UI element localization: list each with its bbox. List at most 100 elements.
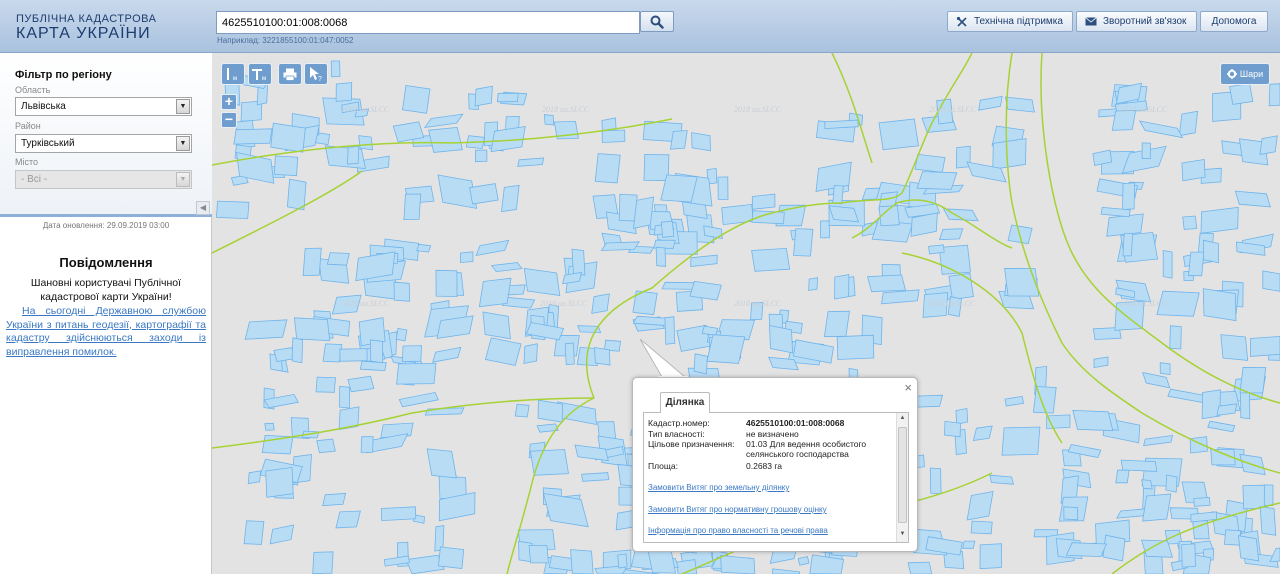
land-parcel[interactable] — [591, 293, 610, 314]
land-parcel[interactable] — [1181, 543, 1196, 568]
land-parcel[interactable] — [660, 220, 675, 238]
land-parcel[interactable] — [1182, 215, 1198, 230]
land-parcel[interactable] — [929, 467, 942, 495]
land-parcel[interactable] — [1181, 159, 1206, 182]
land-parcel[interactable] — [528, 545, 549, 564]
land-parcel[interactable] — [1269, 547, 1280, 563]
land-parcel[interactable] — [797, 556, 810, 566]
land-parcel[interactable] — [501, 184, 520, 213]
land-parcel[interactable] — [233, 128, 273, 145]
land-parcel[interactable] — [398, 391, 439, 408]
land-parcel[interactable] — [1001, 426, 1041, 456]
land-parcel[interactable] — [979, 543, 1003, 570]
land-parcel[interactable] — [478, 277, 512, 308]
land-parcel[interactable] — [1259, 135, 1278, 155]
land-parcel[interactable] — [966, 491, 994, 521]
land-parcel[interactable] — [247, 470, 262, 485]
land-parcel[interactable] — [878, 118, 919, 151]
land-parcel[interactable] — [543, 114, 555, 126]
land-parcel[interactable] — [1143, 435, 1174, 447]
land-parcel[interactable] — [601, 129, 626, 143]
land-parcel[interactable] — [537, 399, 563, 423]
land-parcel[interactable] — [1240, 390, 1251, 420]
land-parcel[interactable] — [1140, 539, 1174, 558]
land-parcel[interactable] — [460, 251, 474, 264]
land-parcel[interactable] — [339, 385, 351, 409]
land-parcel[interactable] — [564, 342, 575, 366]
land-parcel[interactable] — [1102, 534, 1126, 562]
land-parcel[interactable] — [1239, 366, 1267, 394]
land-parcel[interactable] — [691, 132, 711, 152]
land-parcel[interactable] — [469, 183, 499, 205]
search-button[interactable] — [640, 11, 674, 32]
land-parcel[interactable] — [1234, 190, 1271, 208]
land-parcel[interactable] — [358, 135, 374, 151]
land-parcel[interactable] — [490, 262, 523, 273]
land-parcel[interactable] — [1004, 267, 1040, 297]
land-parcel[interactable] — [594, 347, 611, 366]
land-parcel[interactable] — [335, 82, 353, 102]
land-parcel[interactable] — [832, 185, 844, 205]
land-parcel[interactable] — [1178, 110, 1199, 137]
land-parcel[interactable] — [270, 122, 306, 153]
land-parcel[interactable] — [1115, 469, 1130, 484]
land-parcel[interactable] — [474, 85, 493, 107]
land-parcel[interactable] — [393, 281, 410, 302]
land-parcel[interactable] — [808, 277, 819, 291]
land-parcel[interactable] — [1122, 182, 1136, 210]
land-parcel[interactable] — [326, 252, 350, 266]
land-parcel[interactable] — [424, 407, 465, 416]
land-parcel[interactable] — [769, 325, 794, 354]
land-parcel[interactable] — [992, 138, 1027, 170]
land-parcel[interactable] — [514, 403, 530, 418]
land-parcel[interactable] — [617, 553, 628, 569]
land-parcel[interactable] — [823, 310, 850, 338]
land-parcel[interactable] — [302, 247, 322, 277]
land-parcel[interactable] — [369, 339, 384, 364]
land-parcel[interactable] — [655, 246, 667, 267]
land-parcel[interactable] — [643, 154, 670, 182]
land-parcel[interactable] — [962, 540, 976, 549]
land-parcel[interactable] — [1063, 506, 1079, 521]
land-parcel[interactable] — [1072, 409, 1114, 432]
land-parcel[interactable] — [1120, 459, 1158, 472]
land-parcel[interactable] — [1188, 251, 1205, 277]
land-parcel[interactable] — [426, 448, 457, 479]
land-parcel[interactable] — [881, 289, 920, 305]
land-parcel[interactable] — [1220, 334, 1249, 361]
tab-parcel[interactable]: Ділянка — [660, 392, 710, 413]
land-parcel[interactable] — [435, 269, 458, 298]
land-parcel[interactable] — [972, 425, 993, 441]
land-parcel[interactable] — [660, 174, 698, 203]
notice-link[interactable]: На сьогодні Державною службою України з … — [6, 305, 206, 359]
collapse-sidebar-button[interactable]: ◀ — [196, 201, 210, 215]
land-parcel[interactable] — [914, 153, 946, 173]
land-parcel[interactable] — [571, 248, 586, 276]
site-logo[interactable]: ПУБЛІЧНА КАДАСТРОВА КАРТА УКРАЇНИ — [16, 13, 156, 43]
land-parcel[interactable] — [1142, 493, 1172, 522]
popup-scrollbar[interactable]: ▲ ▼ — [896, 413, 908, 542]
land-parcel[interactable] — [322, 492, 347, 507]
land-parcel[interactable] — [706, 334, 746, 364]
land-parcel[interactable] — [286, 178, 307, 211]
land-parcel[interactable] — [989, 474, 1014, 485]
land-parcel[interactable] — [395, 327, 408, 342]
land-parcel[interactable] — [482, 311, 511, 340]
land-parcel[interactable] — [907, 561, 933, 574]
land-parcel[interactable] — [1262, 270, 1280, 292]
close-icon[interactable]: × — [904, 380, 912, 395]
land-parcel[interactable] — [293, 317, 331, 342]
land-parcel[interactable] — [1200, 206, 1239, 234]
land-parcel[interactable] — [867, 274, 907, 293]
land-parcel[interactable] — [438, 546, 465, 569]
region-select[interactable]: Львівська ▼ — [15, 97, 192, 116]
area-measure-button[interactable]: м — [248, 63, 272, 85]
land-parcel[interactable] — [335, 510, 361, 529]
scroll-down-icon[interactable]: ▼ — [897, 531, 908, 537]
help-button[interactable]: Допомога — [1200, 11, 1268, 32]
land-parcel[interactable] — [828, 205, 860, 223]
land-parcel[interactable] — [1268, 83, 1280, 107]
city-select[interactable]: - Всі - ▼ — [15, 170, 192, 189]
print-button[interactable] — [278, 63, 302, 85]
land-parcel[interactable] — [1249, 335, 1280, 357]
